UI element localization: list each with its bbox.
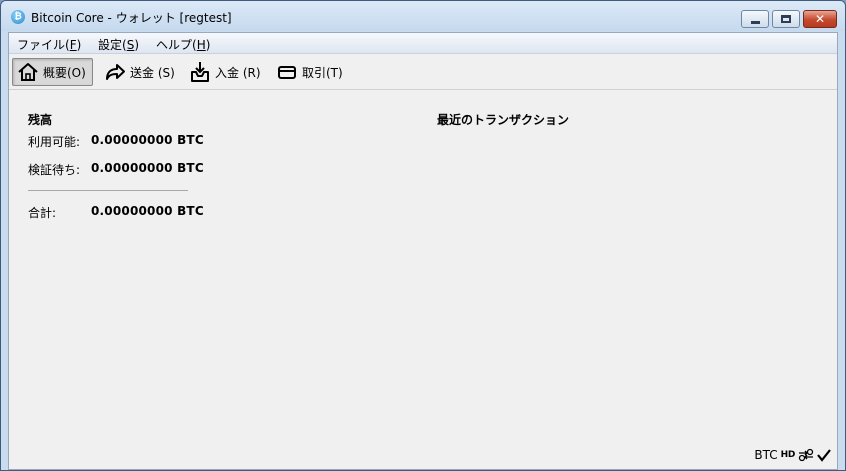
- tab-send[interactable]: 送金 (S): [99, 58, 182, 86]
- synced-checkmark-icon[interactable]: [817, 448, 831, 462]
- pending-label: 検証待ち:: [28, 163, 81, 177]
- overview-page: 残高 利用可能: 0.00000000 BTC 検証待ち: 0.00000000…: [9, 91, 837, 469]
- menu-settings-close: ): [134, 38, 139, 52]
- menu-file-accel: F: [69, 38, 77, 52]
- title-bar[interactable]: ₿ Bitcoin Core - ウォレット [regtest] ✕: [1, 1, 845, 31]
- hd-wallet-icon: HD: [780, 450, 796, 460]
- maximize-button[interactable]: [772, 10, 800, 28]
- menu-help[interactable]: ヘルプ(H): [156, 36, 210, 53]
- tab-receive-label: 入金 (R): [215, 65, 261, 80]
- bitcoin-app-icon: ₿: [11, 10, 25, 24]
- menu-bar: ファイル(F) 設定(S) ヘルプ(H): [9, 33, 837, 54]
- total-label: 合計:: [28, 206, 57, 220]
- toolbar: 概要(O) 送金 (S) 入金 (R) 取引(T): [9, 55, 837, 90]
- menu-settings[interactable]: 設定(S): [98, 36, 139, 53]
- available-value[interactable]: 0.00000000 BTC: [91, 133, 204, 147]
- card-icon: [278, 66, 296, 79]
- close-icon: ✕: [814, 12, 826, 26]
- tab-transactions[interactable]: 取引(T): [271, 58, 350, 86]
- menu-file[interactable]: ファイル(F): [17, 36, 81, 53]
- total-value[interactable]: 0.00000000 BTC: [91, 204, 204, 218]
- minimize-button[interactable]: [741, 10, 769, 28]
- tab-overview-label: 概要(O): [43, 65, 86, 80]
- tab-transactions-label: 取引(T): [302, 65, 343, 80]
- minimize-icon: [750, 20, 760, 24]
- home-icon: [18, 63, 38, 81]
- balance-divider: [28, 190, 188, 191]
- menu-help-text: ヘルプ(: [156, 38, 197, 52]
- client-area: ファイル(F) 設定(S) ヘルプ(H) 概要(O) 送金 (S) 入金 (R)…: [8, 32, 838, 470]
- app-window: ₿ Bitcoin Core - ウォレット [regtest] ✕ ファイル(…: [0, 0, 846, 471]
- send-arrow-icon: [106, 64, 125, 80]
- menu-help-close: ): [205, 38, 211, 52]
- unit-selector[interactable]: BTC: [754, 448, 777, 462]
- window-title: Bitcoin Core - ウォレット [regtest]: [31, 11, 232, 25]
- tab-receive[interactable]: 入金 (R): [184, 58, 268, 86]
- available-label: 利用可能:: [28, 135, 81, 149]
- menu-settings-text: 設定(: [98, 38, 127, 52]
- pending-value[interactable]: 0.00000000 BTC: [91, 161, 204, 175]
- balances-heading: 残高: [28, 113, 53, 127]
- close-button[interactable]: ✕: [803, 10, 837, 28]
- tab-send-label: 送金 (S): [130, 65, 175, 80]
- status-bar: BTC HD: [754, 447, 831, 463]
- tab-overview[interactable]: 概要(O): [12, 58, 93, 86]
- maximize-icon: [781, 15, 791, 23]
- network-activity-icon[interactable]: [798, 447, 814, 463]
- menu-file-text: ファイル(: [17, 38, 70, 52]
- receive-tray-icon: [191, 62, 209, 82]
- recent-transactions-heading: 最近のトランザクション: [437, 113, 570, 127]
- menu-help-accel: H: [196, 38, 206, 52]
- menu-file-close: ): [76, 38, 82, 52]
